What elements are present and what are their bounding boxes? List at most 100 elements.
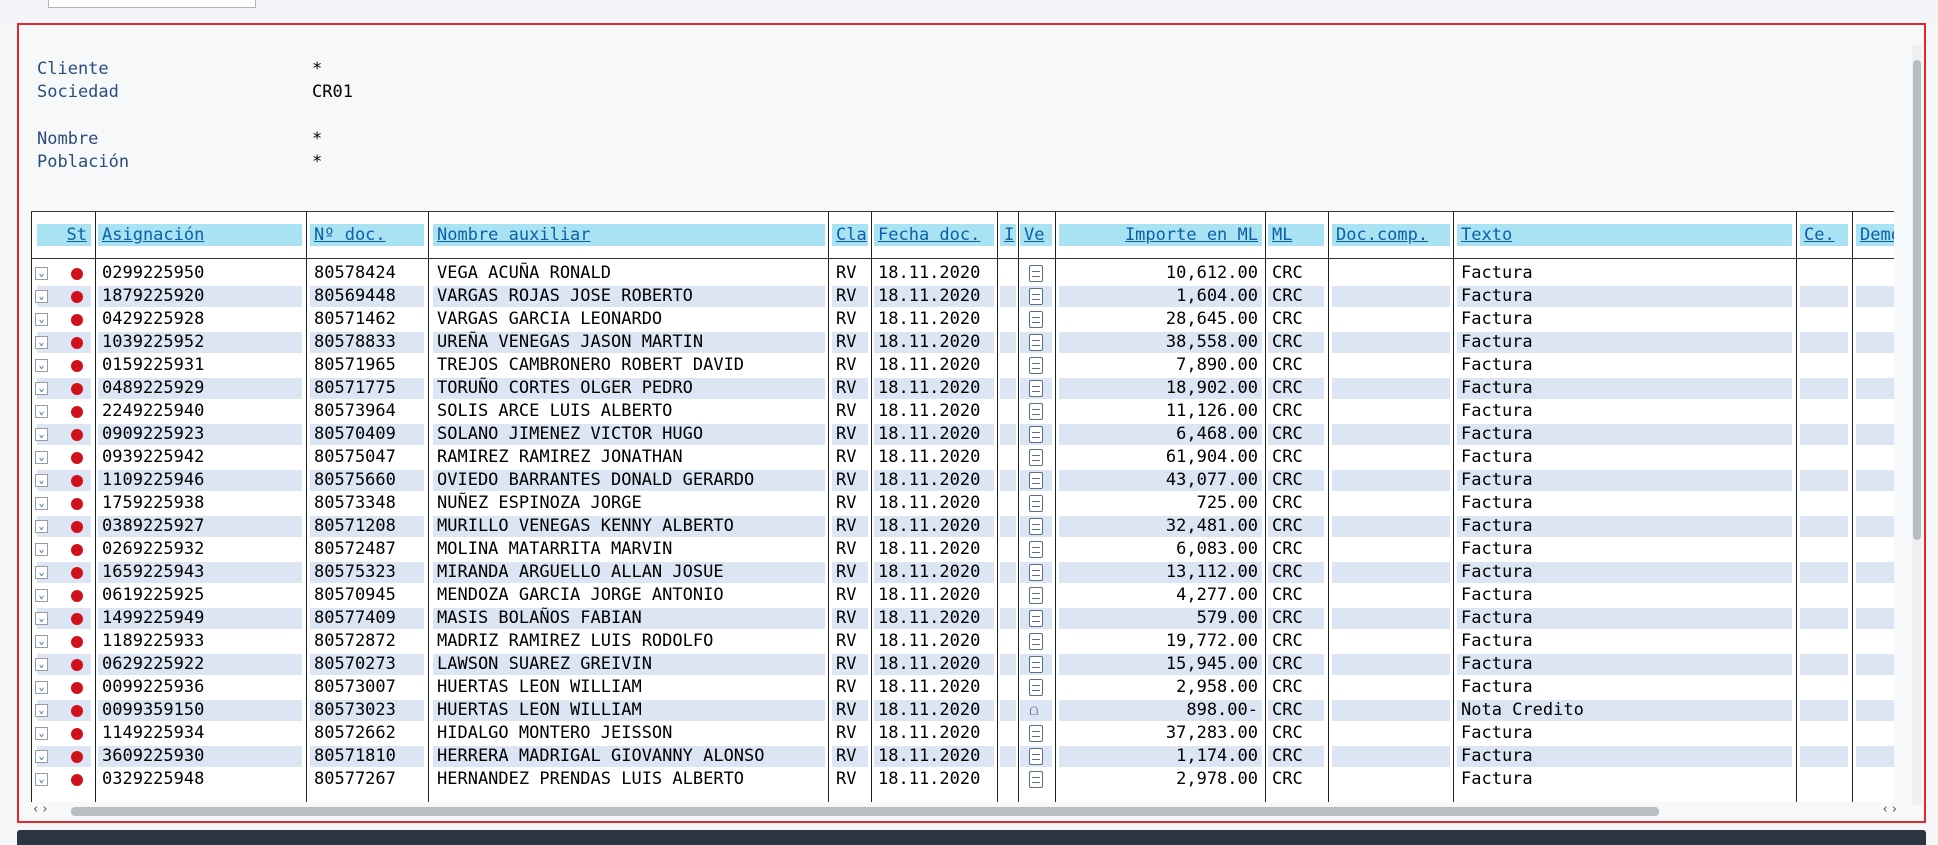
cell-cla[interactable]: RV [836, 584, 864, 607]
document-icon[interactable] [1029, 518, 1043, 535]
document-icon[interactable] [1029, 748, 1043, 765]
col-header-ce[interactable]: Ce. [1800, 224, 1848, 246]
cell-fecha[interactable]: 18.11.2020 [878, 722, 990, 745]
cell-importe[interactable]: 43,077.00 [1063, 469, 1258, 492]
table-row[interactable]: ⌄ 1039225952 80578833 UREÑA VENEGAS JASON M… [31, 331, 1894, 354]
cell-texto[interactable]: Factura [1461, 308, 1788, 331]
table-row[interactable]: ⌄ 0489225929 80571775 TORUÑO CORTES OLGER P… [31, 377, 1894, 400]
cell-importe[interactable]: 32,481.00 [1063, 515, 1258, 538]
cell-importe[interactable]: 38,558.00 [1063, 331, 1258, 354]
row-select-checkbox[interactable]: ⌄ [35, 566, 48, 579]
cell-fecha[interactable]: 18.11.2020 [878, 423, 990, 446]
cell-ndoc[interactable]: 80569448 [314, 285, 420, 308]
cell-fecha[interactable]: 18.11.2020 [878, 377, 990, 400]
table-row[interactable]: ⌄ 0159225931 80571965 TREJOS CAMBRONERO ROB… [31, 354, 1894, 377]
cell-fecha[interactable]: 18.11.2020 [878, 745, 990, 768]
table-row[interactable]: ⌄ 0619225925 80570945 MENDOZA GARCIA JORGE … [31, 584, 1894, 607]
cell-ml[interactable]: CRC [1272, 584, 1320, 607]
cell-nombre[interactable]: HERRERA MADRIGAL GIOVANNY ALONSO [437, 745, 821, 768]
cell-cla[interactable]: RV [836, 423, 864, 446]
cell-asig[interactable]: 1189225933 [102, 630, 298, 653]
cell-importe[interactable]: 18,902.00 [1063, 377, 1258, 400]
cell-ndoc[interactable]: 80578833 [314, 331, 420, 354]
document-icon[interactable] [1029, 403, 1043, 420]
cell-texto[interactable]: Factura [1461, 768, 1788, 791]
cell-ml[interactable]: CRC [1272, 423, 1320, 446]
table-row[interactable]: ⌄ 1149225934 80572662 HIDALGO MONTERO JEISS… [31, 722, 1894, 745]
cell-asig[interactable]: 3609225930 [102, 745, 298, 768]
row-select-checkbox[interactable]: ⌄ [35, 359, 48, 372]
cell-cla[interactable]: RV [836, 377, 864, 400]
table-row[interactable]: ⌄ 1499225949 80577409 MASIS BOLAÑOS FABIAN R… [31, 607, 1894, 630]
document-icon[interactable] [1029, 633, 1043, 650]
row-select-checkbox[interactable]: ⌄ [35, 290, 48, 303]
cell-texto[interactable]: Factura [1461, 423, 1788, 446]
cell-nombre[interactable]: NUÑEZ ESPINOZA JORGE [437, 492, 821, 515]
cell-cla[interactable]: RV [836, 331, 864, 354]
cell-ml[interactable]: CRC [1272, 308, 1320, 331]
cell-nombre[interactable]: RAMIREZ RAMIREZ JONATHAN [437, 446, 821, 469]
row-select-checkbox[interactable]: ⌄ [35, 612, 48, 625]
scroll-left-icon[interactable]: ‹ › [33, 802, 48, 817]
cell-asig[interactable]: 0099359150 [102, 699, 298, 722]
table-row[interactable]: ⌄ 0099225936 80573007 HUERTAS LEON WILLIAM R… [31, 676, 1894, 699]
cell-asig[interactable]: 1659225943 [102, 561, 298, 584]
document-icon[interactable] [1029, 725, 1043, 742]
cell-ndoc[interactable]: 80571208 [314, 515, 420, 538]
cell-asig[interactable]: 1499225949 [102, 607, 298, 630]
cell-ml[interactable]: CRC [1272, 768, 1320, 791]
cell-fecha[interactable]: 18.11.2020 [878, 630, 990, 653]
cell-texto[interactable]: Factura [1461, 262, 1788, 285]
table-row[interactable]: ⌄ 0939225942 80575047 RAMIREZ RAMIREZ JONAT… [31, 446, 1894, 469]
row-select-checkbox[interactable]: ⌄ [35, 773, 48, 786]
cell-importe[interactable]: 19,772.00 [1063, 630, 1258, 653]
cell-nombre[interactable]: SOLIS ARCE LUIS ALBERTO [437, 400, 821, 423]
cell-nombre[interactable]: TREJOS CAMBRONERO ROBERT DAVID [437, 354, 821, 377]
cell-asig[interactable]: 0629225922 [102, 653, 298, 676]
col-header-fecha[interactable]: Fecha doc. [874, 224, 994, 246]
row-select-checkbox[interactable]: ⌄ [35, 635, 48, 648]
cell-importe[interactable]: 579.00 [1063, 607, 1258, 630]
table-row[interactable]: ⌄ 0299225950 80578424 VEGA ACUÑA RONALD RV 18… [31, 262, 1894, 285]
cell-cla[interactable]: RV [836, 492, 864, 515]
document-icon[interactable] [1029, 426, 1043, 443]
cell-ml[interactable]: CRC [1272, 262, 1320, 285]
cell-cla[interactable]: RV [836, 354, 864, 377]
cell-texto[interactable]: Factura [1461, 676, 1788, 699]
cell-cla[interactable]: RV [836, 653, 864, 676]
row-select-checkbox[interactable]: ⌄ [35, 313, 48, 326]
document-icon[interactable] [1029, 610, 1043, 627]
cell-ndoc[interactable]: 80571462 [314, 308, 420, 331]
table-row[interactable]: ⌄ 0429225928 80571462 VARGAS GARCIA LEONARD… [31, 308, 1894, 331]
cell-nombre[interactable]: TORUÑO CORTES OLGER PEDRO [437, 377, 821, 400]
cell-texto[interactable]: Factura [1461, 354, 1788, 377]
col-header-nombre[interactable]: Nombre auxiliar [433, 224, 825, 246]
cell-texto[interactable]: Factura [1461, 653, 1788, 676]
cell-nombre[interactable]: MASIS BOLAÑOS FABIAN [437, 607, 821, 630]
cell-fecha[interactable]: 18.11.2020 [878, 676, 990, 699]
cell-cla[interactable]: RV [836, 676, 864, 699]
document-icon[interactable] [1029, 449, 1043, 466]
row-select-checkbox[interactable]: ⌄ [35, 451, 48, 464]
cell-asig[interactable]: 0329225948 [102, 768, 298, 791]
cell-importe[interactable]: 13,112.00 [1063, 561, 1258, 584]
cell-nombre[interactable]: HIDALGO MONTERO JEISSON [437, 722, 821, 745]
cell-importe[interactable]: 28,645.00 [1063, 308, 1258, 331]
cell-texto[interactable]: Factura [1461, 584, 1788, 607]
cell-asig[interactable]: 1149225934 [102, 722, 298, 745]
command-field[interactable] [48, 0, 256, 8]
cell-nombre[interactable]: OVIEDO BARRANTES DONALD GERARDO [437, 469, 821, 492]
row-select-checkbox[interactable]: ⌄ [35, 336, 48, 349]
document-icon[interactable] [1029, 334, 1043, 351]
cell-nombre[interactable]: MENDOZA GARCIA JORGE ANTONIO [437, 584, 821, 607]
cell-fecha[interactable]: 18.11.2020 [878, 308, 990, 331]
cell-cla[interactable]: RV [836, 630, 864, 653]
cell-asig[interactable]: 0489225929 [102, 377, 298, 400]
cell-ndoc[interactable]: 80573007 [314, 676, 420, 699]
cell-texto[interactable]: Factura [1461, 469, 1788, 492]
cell-ml[interactable]: CRC [1272, 722, 1320, 745]
bell-icon[interactable]: ⩍ [1029, 702, 1039, 719]
cell-importe[interactable]: 6,083.00 [1063, 538, 1258, 561]
cell-nombre[interactable]: MURILLO VENEGAS KENNY ALBERTO [437, 515, 821, 538]
cell-ml[interactable]: CRC [1272, 561, 1320, 584]
